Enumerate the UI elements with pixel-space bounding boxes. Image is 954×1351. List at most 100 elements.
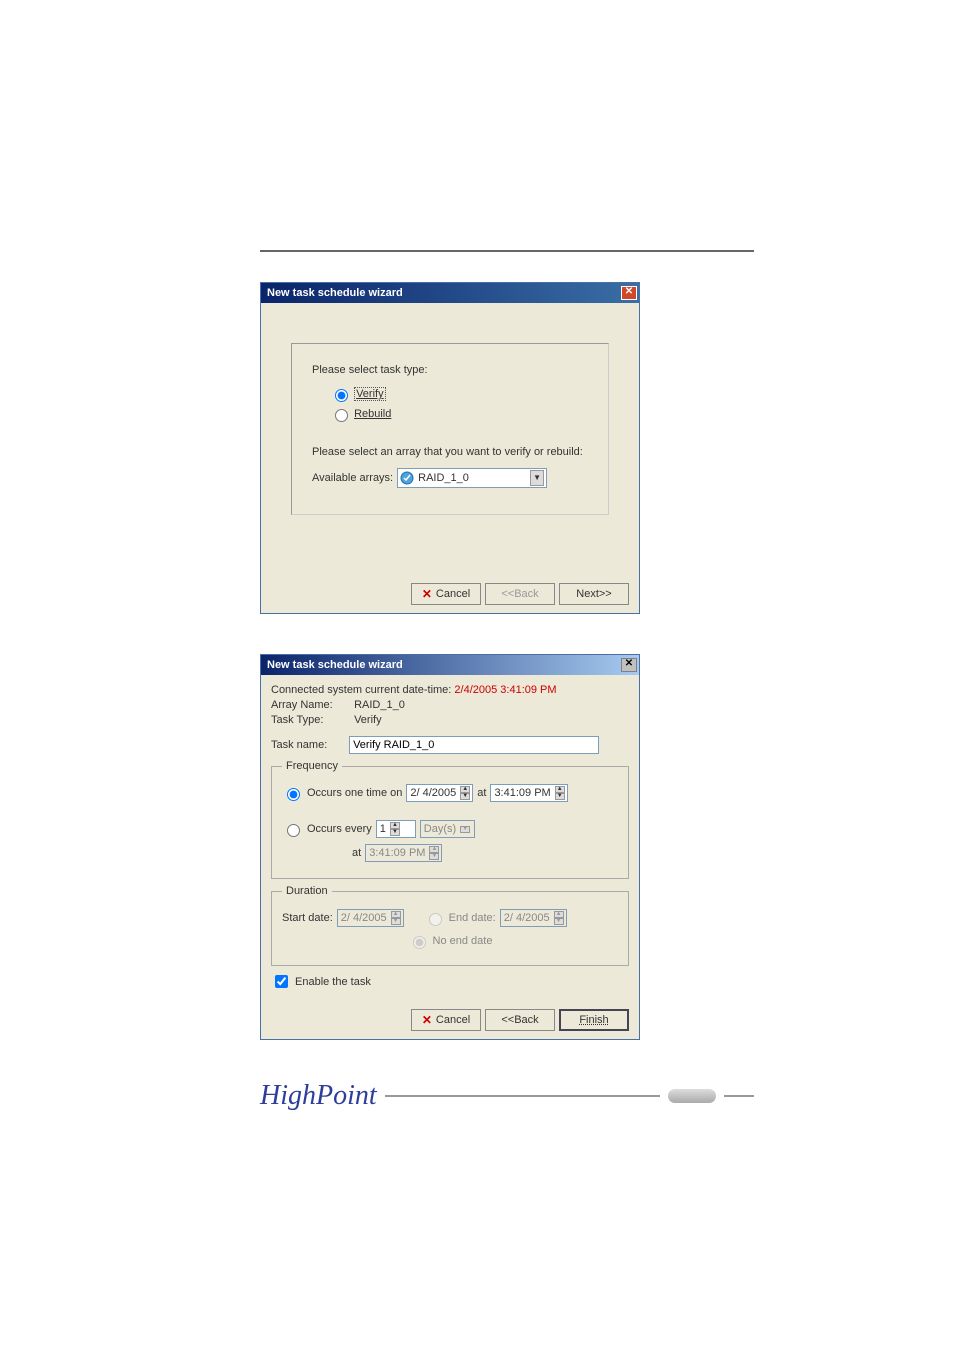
radio-row-verify[interactable]: Verify [330, 386, 588, 402]
occurs-one-date-spin[interactable]: 2/ 4/2005 ▲▼ [406, 784, 473, 802]
drive-icon [400, 471, 414, 485]
occurs-every-unit: Day(s) [424, 823, 456, 835]
enable-task-label: Enable the task [295, 976, 371, 988]
available-arrays-row: Available arrays: RAID_1_0 ▼ [312, 468, 588, 488]
finish-button[interactable]: Finish [559, 1009, 629, 1031]
cancel-button[interactable]: ✕ Cancel [411, 583, 481, 605]
next-label: Next>> [576, 588, 611, 600]
back-button: <<Back [485, 583, 555, 605]
array-name-row: Array Name: RAID_1_0 [271, 699, 629, 711]
wizard-dialog-step1: New task schedule wizard ✕ Please select… [260, 282, 640, 614]
available-arrays-label: Available arrays: [312, 472, 393, 484]
array-name-label: Array Name: [271, 699, 351, 711]
cancel-button[interactable]: ✕ Cancel [411, 1009, 481, 1031]
connected-value: 2/4/2005 3:41:09 PM [454, 684, 556, 696]
array-name-value: RAID_1_0 [354, 699, 405, 711]
spin-buttons-icon: ▲▼ [391, 911, 401, 925]
document-page: New task schedule wizard ✕ Please select… [0, 0, 954, 1172]
frequency-legend: Frequency [282, 760, 342, 772]
button-row: ✕ Cancel <<Back Next>> [261, 575, 639, 613]
divider-footer [385, 1095, 660, 1097]
radio-verify-label: Verify [354, 387, 386, 401]
task-name-row: Task name: [271, 736, 629, 754]
end-date-label: End date: [449, 912, 496, 924]
radio-verify[interactable] [335, 389, 348, 402]
occurs-one-time-spin[interactable]: 3:41:09 PM ▲▼ [490, 784, 567, 802]
close-icon[interactable]: ✕ [621, 286, 637, 300]
task-type-row: Task Type: Verify [271, 714, 629, 726]
duration-dates-row: Start date: 2/ 4/2005 ▲▼ End date: 2/ 4/… [282, 909, 618, 927]
start-date-value: 2/ 4/2005 [341, 912, 387, 924]
dropdown-arrow-icon[interactable]: ▼ [530, 470, 544, 486]
button-row: ✕ Cancel <<Back Finish [261, 1001, 639, 1039]
at-label-1: at [477, 787, 486, 799]
divider-top [260, 250, 754, 252]
spin-buttons-icon[interactable]: ▲▼ [460, 786, 470, 800]
back-label: <<Back [501, 588, 538, 600]
no-end-row: No end date [282, 933, 618, 949]
array-select[interactable]: RAID_1_0 ▼ [397, 468, 547, 488]
duration-fieldset: Duration Start date: 2/ 4/2005 ▲▼ End da… [271, 885, 629, 966]
occurs-every-value-spin[interactable]: 1 ▲▼ [376, 820, 416, 838]
dialog-title: New task schedule wizard [267, 287, 403, 299]
frequency-fieldset: Frequency Occurs one time on 2/ 4/2005 ▲… [271, 760, 629, 879]
task-name-label: Task name: [271, 739, 346, 751]
titlebar: New task schedule wizard ✕ [261, 283, 639, 303]
cancel-label: Cancel [436, 1014, 470, 1026]
task-name-input[interactable] [349, 736, 599, 754]
dialog-body: Connected system current date-time: 2/4/… [261, 675, 639, 1001]
occurs-one-time: 3:41:09 PM [494, 787, 550, 799]
no-end-label: No end date [433, 935, 493, 947]
enable-task-checkbox[interactable] [275, 975, 288, 988]
end-date-radio [429, 913, 442, 926]
divider-footer-right [724, 1095, 754, 1097]
wizard-dialog-step2: New task schedule wizard ✕ Connected sys… [260, 654, 640, 1040]
spin-buttons-icon: ▲▼ [429, 846, 439, 860]
radio-row-rebuild[interactable]: Rebuild [330, 406, 588, 422]
occurs-one-radio[interactable] [287, 788, 300, 801]
occurs-every-unit-select: Day(s) ▼ [420, 820, 475, 838]
inset-panel: Please select task type: Verify Rebuild … [291, 343, 609, 515]
back-button[interactable]: <<Back [485, 1009, 555, 1031]
occurs-every-time-spin: 3:41:09 PM ▲▼ [365, 844, 442, 862]
brand-logo: HighPoint [260, 1080, 377, 1112]
occurs-every-value: 1 [380, 823, 386, 835]
occurs-every-at-row: at 3:41:09 PM ▲▼ [352, 844, 618, 862]
selected-array: RAID_1_0 [418, 472, 469, 484]
spin-buttons-icon[interactable]: ▲▼ [555, 786, 565, 800]
connected-label: Connected system current date-time: [271, 684, 451, 696]
start-date-label: Start date: [282, 912, 333, 924]
no-end-radio [413, 936, 426, 949]
radio-rebuild[interactable] [335, 409, 348, 422]
at-label-2: at [352, 847, 361, 859]
spin-buttons-icon: ▲▼ [554, 911, 564, 925]
connected-datetime-row: Connected system current date-time: 2/4/… [271, 684, 629, 696]
start-date-spin: 2/ 4/2005 ▲▼ [337, 909, 404, 927]
end-date-value: 2/ 4/2005 [504, 912, 550, 924]
occurs-every-radio[interactable] [287, 824, 300, 837]
x-icon: ✕ [422, 1013, 432, 1027]
enable-task-row[interactable]: Enable the task [271, 972, 629, 991]
duration-legend: Duration [282, 885, 332, 897]
close-icon[interactable]: ✕ [621, 658, 637, 672]
next-button[interactable]: Next>> [559, 583, 629, 605]
occurs-one-row[interactable]: Occurs one time on 2/ 4/2005 ▲▼ at 3:41:… [282, 784, 618, 802]
occurs-every-time: 3:41:09 PM [369, 847, 425, 859]
back-label: <<Back [501, 1014, 538, 1026]
dialog-title: New task schedule wizard [267, 659, 403, 671]
dialog-body: Please select task type: Verify Rebuild … [261, 303, 639, 575]
occurs-every-row[interactable]: Occurs every 1 ▲▼ Day(s) ▼ [282, 820, 618, 838]
radio-rebuild-label: Rebuild [354, 408, 391, 420]
occurs-one-date: 2/ 4/2005 [410, 787, 456, 799]
occurs-one-label: Occurs one time on [307, 787, 402, 799]
cancel-label: Cancel [436, 588, 470, 600]
titlebar: New task schedule wizard ✕ [261, 655, 639, 675]
footer-knob-icon [668, 1089, 716, 1103]
end-date-spin: 2/ 4/2005 ▲▼ [500, 909, 567, 927]
task-type-value: Verify [354, 714, 382, 726]
finish-label: Finish [579, 1014, 608, 1026]
prompt-select-array: Please select an array that you want to … [312, 446, 588, 458]
spin-buttons-icon[interactable]: ▲▼ [390, 822, 400, 836]
prompt-task-type: Please select task type: [312, 364, 588, 376]
page-footer: HighPoint [260, 1080, 754, 1112]
